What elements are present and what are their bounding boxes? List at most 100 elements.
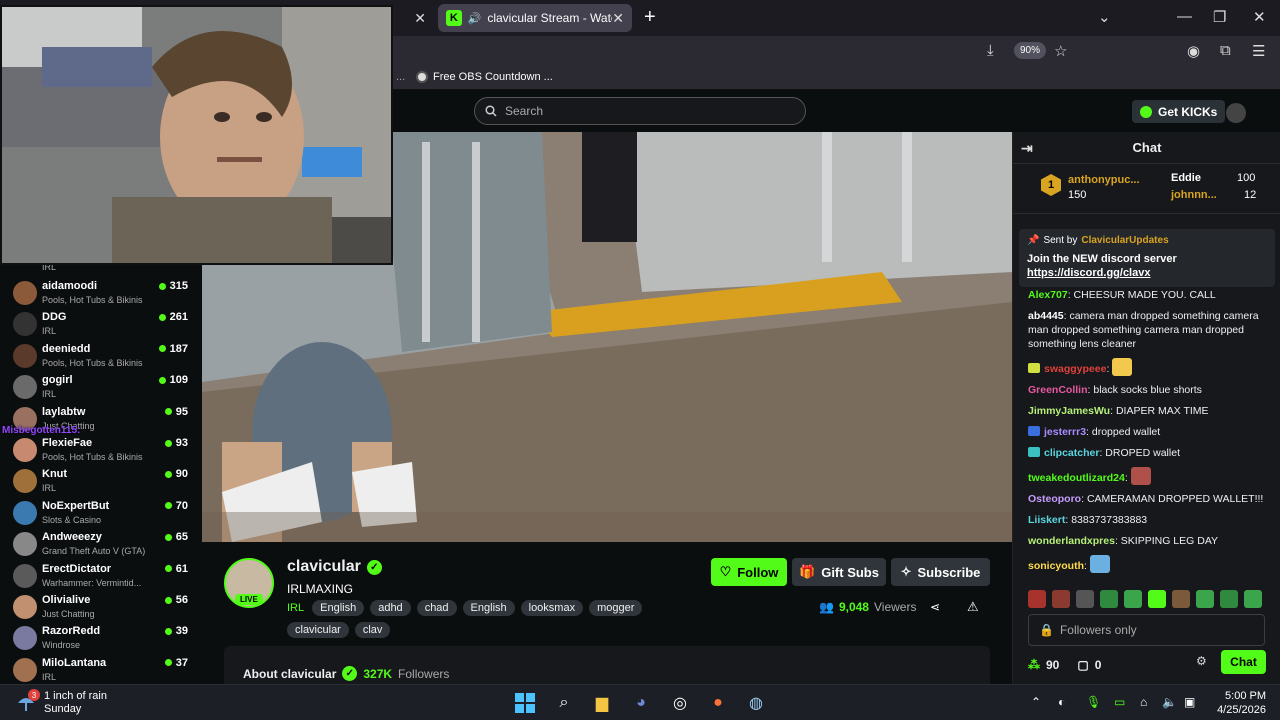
download-icon[interactable]: ⤓ [987,42,994,59]
chat-username[interactable]: Osteoporo [1028,493,1081,505]
chat-input[interactable]: 🔒 Followers only [1028,614,1265,646]
minimize-icon[interactable]: — [1177,8,1192,25]
chat-username[interactable]: clipcatcher [1044,447,1099,459]
category-link[interactable]: IRL [287,602,304,614]
audio-playing-icon[interactable]: 🔊 [468,12,482,25]
get-kicks-button[interactable]: Get KICKs [1132,100,1226,123]
tag-chip[interactable]: chad [416,600,457,616]
extensions-icon[interactable]: ⧉ [1220,42,1231,59]
network-icon[interactable]: ⌂ [1140,695,1147,709]
tag-chip[interactable]: English [462,600,515,616]
bookmark-overflow[interactable]: ... [396,71,405,83]
tag-chip[interactable]: looksmax [520,600,584,616]
emote-icon[interactable] [1148,590,1166,608]
sidebar-item-aidamoodi[interactable]: aidamoodi Pools, Hot Tubs & Bikinis 315 [0,278,202,309]
firefox-icon[interactable]: ● [707,692,729,714]
volume-icon[interactable]: 🔈 [1162,695,1177,709]
sidebar-item-razorredd[interactable]: RazorRedd Windrose 39 [0,623,202,654]
tag-chip[interactable]: mogger [589,600,643,616]
weather-line-2[interactable]: Sunday [44,703,81,715]
tray-app-icon[interactable]: ◐ [1058,695,1065,709]
share-icon[interactable]: ⋖ [930,600,940,614]
weather-line-1[interactable]: 1 inch of rain [44,690,107,702]
subscribe-button[interactable]: ✧ Subscribe [891,558,990,586]
gift-subs-button[interactable]: 🎁 Gift Subs [792,558,886,586]
sidebar-item-deeniedd[interactable]: deeniedd Pools, Hot Tubs & Bikinis 187 [0,341,202,372]
sidebar-item-noexpertbut[interactable]: NoExpertBut Slots & Casino 70 [0,498,202,529]
sidebar-item-olivialive[interactable]: Olivialive Just Chatting 56 [0,592,202,623]
sidebar-item-gogirl[interactable]: gogirl IRL 109 [0,372,202,403]
tray-chevron-icon[interactable]: ⌃ [1031,695,1041,709]
new-tab-button[interactable]: + [644,6,656,29]
gifter-name[interactable]: johnnn... [1171,189,1217,201]
tag-chip[interactable]: clavicular [287,622,349,638]
obs-icon[interactable]: ◎ [669,692,691,714]
gifter-name[interactable]: Eddie [1171,172,1201,184]
emote-icon[interactable] [1124,590,1142,608]
tab-inactive[interactable]: ✕ [394,4,434,32]
chat-username[interactable]: jesterrr3 [1044,426,1086,438]
sidebar-item-knut[interactable]: Knut IRL 90 [0,466,202,497]
chat-username[interactable]: Alex707 [1028,289,1068,301]
restore-icon[interactable]: ❐ [1213,8,1226,26]
emote-icon[interactable] [1076,590,1094,608]
steam-icon[interactable]: ◍ [745,692,767,714]
chat-username[interactable]: sonicyouth [1028,560,1084,572]
emote-icon[interactable] [1052,590,1070,608]
sidebar-item-flexiefae[interactable]: FlexieFae Pools, Hot Tubs & Bikinis 93 [0,435,202,466]
follow-button[interactable]: ♡ Follow [711,558,787,586]
chat-username[interactable]: wonderlandxpres [1028,535,1115,547]
close-window-icon[interactable]: ✕ [1253,8,1266,26]
battery-icon[interactable]: ▣ [1184,695,1195,709]
discord-link[interactable]: https://discord.gg/clavx [1027,267,1150,279]
emote-icon[interactable] [1196,590,1214,608]
pinned-user[interactable]: ClavicularUpdates [1081,235,1168,246]
emote-icon[interactable] [1244,590,1262,608]
gifter-name[interactable]: anthonypuc... [1068,174,1140,186]
search-input[interactable]: Search [474,97,806,125]
bookmark-item[interactable]: Free OBS Countdown ... [416,71,553,83]
sidebar-item-viewers: 261 [158,311,188,323]
chat-username[interactable]: GreenCollin [1028,384,1088,396]
tag-chip[interactable]: adhd [370,600,411,616]
chat-settings-gear-icon[interactable]: ⚙ [1196,654,1207,668]
menu-icon[interactable]: ☰ [1252,42,1265,60]
close-tab-icon[interactable]: ✕ [612,10,624,27]
microphone-icon[interactable]: 🎙 [1086,695,1101,709]
report-icon[interactable]: ⚠ [967,599,979,615]
file-explorer-icon[interactable]: ▆ [591,692,613,714]
collapse-chat-icon[interactable]: ⇥ [1021,140,1033,157]
tag-chip[interactable]: clav [354,622,391,638]
account-icon[interactable]: ◉ [1187,42,1200,60]
tray-battery-icon[interactable]: ▭ [1114,695,1125,709]
send-chat-button[interactable]: Chat [1221,650,1266,674]
zoom-level[interactable]: 90% [1014,42,1047,59]
chat-username[interactable]: swaggypeee [1044,363,1106,375]
avatar [13,469,37,494]
sidebar-item-milolantana[interactable]: MiloLantana IRL 37 [0,655,202,686]
chat-username[interactable]: Liiskert [1028,514,1065,526]
emote-icon[interactable] [1220,590,1238,608]
tab-list-chevron-icon[interactable]: ⌄ [1098,8,1111,26]
bookmark-star-icon[interactable]: ☆ [1054,42,1067,60]
emote-icon[interactable] [1028,590,1046,608]
emote-icon[interactable] [1172,590,1190,608]
sidebar-item-ddg[interactable]: DDG IRL 261 [0,309,202,340]
tag-chip[interactable]: English [312,600,365,616]
tab-active[interactable]: K 🔊 clavicular Stream - Watch L ✕ [438,4,632,32]
chat-username[interactable]: JimmyJamesWu [1028,405,1110,417]
sidebar-item-andweeezy[interactable]: Andweeezy Grand Theft Auto V (GTA) 65 [0,529,202,560]
search-taskbar-icon[interactable]: ⌕ [553,692,575,714]
clock[interactable]: 5:00 PM 4/25/2026 [1210,689,1266,717]
user-avatar[interactable] [1226,103,1246,123]
sidebar-item-erectdictator[interactable]: ErectDictator Warhammer: Vermintid... 61 [0,561,202,592]
chat-username[interactable]: tweakedoutlizard24 [1028,472,1125,484]
viewer-count: 👥 9,048 Viewers [819,600,916,614]
chat-username[interactable]: ab4445 [1028,310,1064,322]
emote-icon[interactable] [1100,590,1118,608]
pinned-message[interactable]: 📌 Sent by ClavicularUpdates Join the NEW… [1019,229,1275,287]
discord-icon[interactable]: ◕ [630,692,652,714]
close-tab-icon[interactable]: ✕ [414,10,426,27]
windows-start-icon[interactable] [514,692,536,714]
channel-name[interactable]: clavicular [287,558,361,576]
